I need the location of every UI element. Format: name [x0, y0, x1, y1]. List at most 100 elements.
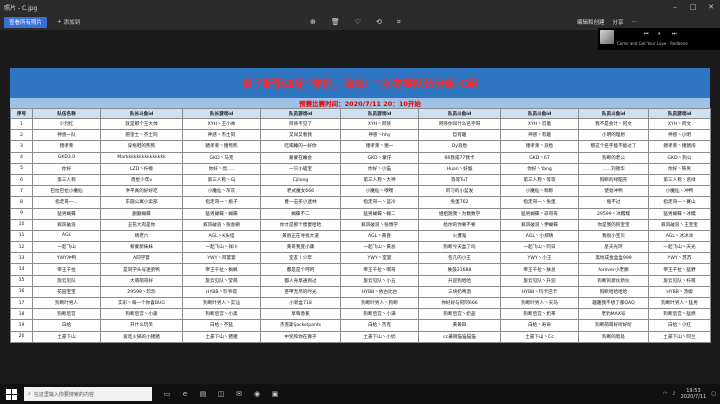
folder-icon[interactable]: ▤: [198, 389, 208, 399]
table-cell: 3: [10, 140, 33, 153]
table-cell: 指走哥一...: [32, 196, 101, 209]
zoom-in-icon[interactable]: ⊕: [310, 18, 316, 26]
mail-icon[interactable]: ✉: [234, 389, 244, 399]
table-cell: 旋云见队丶柠萌: [648, 274, 711, 287]
table-cell: 猪孝莱丶猪熊熊: [182, 140, 261, 153]
table-cell: AGL丶黄昏: [340, 229, 419, 243]
app-icon[interactable]: ◉: [252, 389, 262, 399]
table-cell: 土豪下山: [32, 330, 101, 343]
table-row: 2 神感一队 愿望士丶杰士同 神感丶杰士同 又叫又看我 神感丶hhy 哲有趣 神感丶有趣 小明的…: [10, 129, 711, 142]
heart-icon[interactable]: ♡: [355, 18, 361, 26]
pause-icon[interactable]: ⏸: [658, 31, 661, 37]
table-cell: 升迎狗哈哈: [418, 274, 501, 287]
table-cell: 狗断后宫丶小黑: [182, 308, 261, 321]
task-view-icon[interactable]: ▭: [162, 389, 172, 399]
table-cell: 小魔仙丶冲鸭: [648, 185, 711, 198]
table-cell: 都是是个呵呵: [260, 263, 341, 276]
table-cell: 狗断的新伙新伙: [578, 274, 649, 287]
notification-icon[interactable]: ▢: [711, 391, 716, 397]
table-cell: 开什么玩笑: [100, 319, 183, 332]
table-cell: 晴老六: [100, 229, 183, 243]
table-cell: 第三人称丶等等: [500, 173, 579, 187]
table-cell: 指走哥一丶瓶子: [182, 196, 261, 209]
windows-start-icon[interactable]: [4, 387, 18, 401]
table-cell: 旋云见队丶升迎: [500, 274, 579, 287]
crop-icon[interactable]: ⌗: [397, 18, 401, 27]
table-row: 18 狗断后宫 狗断后宫丶小骏 狗断后宫丶小黑 草莓香蕉 狗断后宫丶小满 狗断后宫丶奶盖 狗断…: [10, 308, 711, 321]
album-art: [600, 30, 614, 44]
table-cell: 猪孝莱丶浪愁: [500, 140, 579, 153]
table-row: 3 猪孝莱 穿拖鞋的熊熊 猪孝莱丶猪熊熊 吃喝睡的一好你 猪孝莱丶猪一 Dy浪愁 猪孝莱丶浪愁…: [10, 140, 711, 153]
delete-icon[interactable]: 🗑: [331, 18, 340, 26]
table-cell: 都人身草通到过: [260, 274, 341, 287]
table-cell: 19: [10, 319, 33, 332]
search-icon: ⌕: [28, 391, 31, 397]
rotate-icon[interactable]: ⟲: [376, 18, 382, 26]
table-cell: 一起飞山丶黄总: [340, 241, 419, 254]
table-cell: 旋云见队丶莹萌: [182, 274, 261, 287]
table-row: 9 猛男蝴蝶 蒯蒯蝴蝶 猛男蝴蝶丶蝴蝶 蝴蝶不二 猛男蝴蝶丶蝴二 姐姐跑我丶为数数学 猛男蝴蝶…: [10, 207, 711, 220]
photos-icon[interactable]: ▣: [270, 389, 280, 399]
table-cell: 周星少年v: [100, 173, 183, 187]
table-cell: forever小老狮: [578, 263, 649, 276]
table-cell: 东圆公寓小卖部: [100, 196, 183, 209]
table-cell: 实彩丶每一个你喜BUG: [100, 296, 183, 310]
team-table: 序号 队伍名称 队长斗鱼id 队长游戏id 队员游戏id 队员游戏id 队员斗鱼id 队员斗鱼…: [10, 108, 711, 343]
maximize-icon[interactable]: □: [684, 0, 702, 14]
table-cell: 白给丶杰克: [340, 319, 419, 332]
search-placeholder: 在这里输入你要搜索的内容: [33, 391, 94, 398]
previous-icon[interactable]: ⏮: [644, 31, 649, 37]
table-cell: 小魔仙丶灰灰: [182, 185, 261, 198]
table-row: 4 GKD3.0 Markkkkkkkkkkkkkkk GKD丶马克 蒙蒙在睡会 GKD丶…: [10, 151, 711, 164]
table-cell: 帝王千拉丶猛野: [648, 263, 711, 276]
table-cell: GKD丶蒙仔: [340, 151, 419, 164]
table-cell: 黄黄四: [418, 319, 501, 332]
table-cell: 阿刁的小蓝发: [418, 185, 501, 198]
table-cell: 黑地成金盒盒999: [578, 252, 649, 265]
table-cell: 姐姐跑我丶为数数学: [418, 207, 501, 220]
column-header: 队长游戏id: [182, 108, 261, 119]
table-cell: 第三人称丶恶绿: [648, 173, 711, 187]
table-cell: 吃喝睡的一好你: [260, 140, 341, 153]
table-cell: 疯风破浪丶王宝宝: [648, 218, 711, 231]
table-cell: YWY丶阿篓篓: [182, 252, 261, 265]
table-cell: cc著萌猫猫猫猫: [418, 330, 501, 343]
table-cell: 洪平真的好好吃: [100, 185, 183, 198]
network-icon[interactable]: ◠: [663, 391, 667, 397]
table-cell: 2: [10, 129, 33, 142]
clock[interactable]: 19:53 2020/7/11: [681, 388, 707, 400]
table-cell: 狗断哈哈哈哈: [578, 285, 649, 299]
table-cell: Dy浪愁: [418, 140, 501, 153]
table-cell: 17: [10, 296, 33, 310]
volume-icon[interactable]: ♪: [672, 391, 675, 397]
taskbar-search[interactable]: ⌕ 在这里输入你要搜索的内容: [24, 387, 152, 401]
table-cell: 一起飞山丶阿日: [500, 241, 579, 254]
minimize-icon[interactable]: –: [666, 0, 684, 14]
table-cell: 神感丶有趣: [500, 129, 579, 142]
table-cell: 猪孝莱丶猪一: [340, 140, 419, 153]
close-icon[interactable]: ✕: [702, 0, 720, 14]
table-cell: 曹一击买小迷林: [260, 196, 341, 209]
table-cell: 黎蒙新妹妹: [100, 241, 183, 254]
table-cell: 肤鼓31688: [418, 263, 501, 276]
store-icon[interactable]: ◫: [216, 389, 226, 399]
next-icon[interactable]: ⏭: [672, 31, 677, 37]
table-cell: 蝴蝶不二: [260, 207, 341, 220]
table-cell: 狗断后宫丶小满: [340, 308, 419, 321]
share-button[interactable]: 分享: [613, 18, 624, 26]
table-cell: 土豪下山丶小奶: [340, 330, 419, 343]
add-to-button[interactable]: + 添加到: [57, 18, 80, 26]
table-cell: 爱吃火锅的小猪猪: [100, 330, 183, 343]
table-cell: 趣趣我不想了膝QAQ: [578, 296, 649, 310]
view-all-photos-button[interactable]: 查看所有照片: [4, 16, 48, 28]
edge-icon[interactable]: e: [180, 389, 190, 399]
edit-create-button[interactable]: 编辑和创建: [577, 18, 605, 26]
table-cell: 狗断的暗处: [578, 330, 649, 343]
table-cell: 旋云见队: [32, 274, 101, 287]
table-cell: HYBB丶珍爷得: [182, 285, 261, 299]
table-cell: 你好丶铁男: [648, 162, 711, 175]
table-cell: 狗断后宫丶小骏: [100, 308, 183, 321]
table-cell: 14: [10, 263, 33, 276]
table-cell: 你好丶Yang: [500, 162, 579, 175]
more-icon[interactable]: ···: [632, 19, 637, 25]
